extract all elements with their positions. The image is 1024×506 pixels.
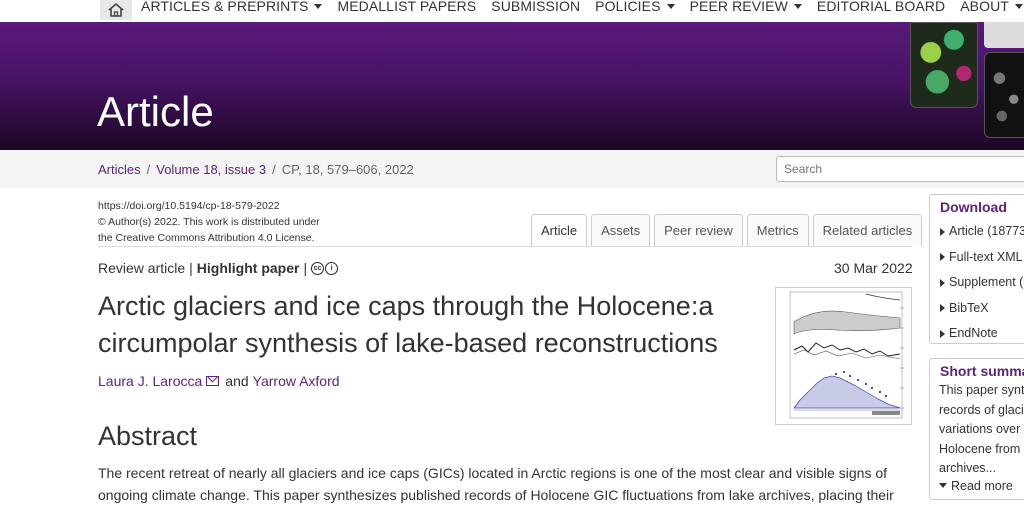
article-type: Review article — [98, 260, 186, 276]
nav-item-submission[interactable]: SUBMISSION — [491, 0, 580, 14]
author-link[interactable]: Yarrow Axford — [253, 373, 340, 389]
nav-item-peer-review[interactable]: PEER REVIEW — [690, 0, 802, 14]
tab-related-articles[interactable]: Related articles — [812, 214, 923, 246]
search-input[interactable] — [776, 156, 1024, 182]
download-item-label: Article (18773 — [949, 224, 1024, 238]
creative-commons-icon: cc i — [311, 261, 339, 275]
banner-image-dark — [984, 52, 1024, 138]
download-item-label: Supplement ( — [949, 275, 1024, 289]
read-more-link[interactable]: Read more — [939, 479, 1024, 493]
arrow-right-icon — [940, 304, 945, 313]
banner-image-pollen — [910, 22, 978, 108]
breadcrumb-separator: / — [146, 162, 151, 177]
download-item-label: Full-text XML — [949, 249, 1023, 264]
arrow-right-icon — [940, 253, 945, 262]
arrow-right-icon — [940, 227, 945, 236]
download-supplement-link[interactable]: Supplement ( — [940, 270, 1024, 296]
figure-plot — [789, 291, 904, 419]
abstract-text: The recent retreat of nearly all glacier… — [98, 465, 894, 503]
nav-item-policies[interactable]: POLICIES — [595, 0, 675, 14]
nav-item-label: SUBMISSION — [491, 0, 581, 14]
read-more-label: Read more — [951, 478, 1013, 493]
arrow-right-icon — [940, 278, 945, 287]
download-endnote-link[interactable]: EndNote — [940, 321, 1024, 343]
short-summary-panel: Short summa This paper synt records of g… — [929, 358, 1024, 500]
author-link[interactable]: Laura J. Larocca — [98, 373, 202, 389]
header-banner: Article — [0, 22, 1024, 150]
chevron-down-icon — [666, 3, 675, 9]
nav-item-articles-preprints[interactable]: ARTICLES & PREPRINTS — [141, 0, 323, 14]
home-icon — [108, 2, 124, 17]
download-bibtex-link[interactable]: BibTeX — [940, 296, 1024, 322]
nav-item-label: PEER REVIEW — [689, 0, 788, 14]
nav-item-about[interactable]: ABOUT — [960, 0, 1023, 14]
by-icon: i — [325, 261, 339, 275]
short-summary-text: This paper synt records of glaci variati… — [939, 383, 1024, 475]
breadcrumb-volume[interactable]: Volume 18, issue 3 — [156, 162, 266, 177]
chevron-down-icon — [314, 3, 323, 9]
nav-item-editorial-board[interactable]: EDITORIAL BOARD — [817, 0, 945, 14]
highlight-paper-label[interactable]: Highlight paper — [197, 260, 300, 276]
breadcrumb-separator: / — [272, 162, 276, 177]
nav-item-label: EDITORIAL BOARD — [816, 0, 946, 14]
breadcrumb: Articles / Volume 18, issue 3 / CP, 18, … — [98, 162, 414, 177]
home-button[interactable] — [100, 0, 132, 20]
download-item-label: EndNote — [949, 326, 998, 340]
copyright-text: © Author(s) 2022. This work is distribut… — [98, 216, 320, 228]
tab-divider — [98, 246, 912, 247]
separator: | — [189, 260, 193, 276]
nav-item-label: MEDALLIST PAPERS — [337, 0, 477, 14]
breadcrumb-articles[interactable]: Articles — [98, 162, 141, 177]
download-xml-link[interactable]: Full-text XML — [940, 245, 1024, 271]
publication-date: 30 Mar 2022 — [834, 260, 913, 276]
article-meta: https://doi.org/10.5194/cp-18-579-2022 ©… — [98, 198, 358, 246]
chevron-down-icon — [1014, 3, 1023, 9]
nav-item-medallist-papers[interactable]: MEDALLIST PAPERS — [337, 0, 476, 14]
tab-article[interactable]: Article — [531, 214, 588, 246]
chevron-down-icon — [793, 3, 802, 9]
breadcrumb-citation: CP, 18, 579–606, 2022 — [281, 162, 414, 177]
cc-icon: cc — [311, 261, 325, 275]
author-list: Laura J. Larocca and Yarrow Axford — [98, 373, 340, 389]
doi-link[interactable]: https://doi.org/10.5194/cp-18-579-2022 — [98, 198, 358, 214]
article-tabs: Article Assets Peer review Metrics Relat… — [531, 214, 923, 246]
tab-metrics[interactable]: Metrics — [746, 214, 809, 246]
separator: | — [303, 260, 308, 276]
download-heading: Download — [940, 199, 1007, 215]
author-conjunction: and — [225, 373, 249, 389]
nav-item-label: ABOUT — [960, 0, 1009, 14]
banner-image-top — [984, 22, 1024, 48]
article-type-line: Review article | Highlight paper | cc i — [98, 260, 339, 276]
download-panel: Download Article (18773 Full-text XML Su… — [929, 194, 1024, 344]
arrow-right-icon — [940, 329, 945, 338]
nav-item-label: POLICIES — [595, 0, 661, 14]
page-title: Article — [97, 88, 214, 135]
breadcrumb-bar: Articles / Volume 18, issue 3 / CP, 18, … — [0, 150, 1024, 188]
article-title: Arctic glaciers and ice caps through the… — [98, 291, 718, 358]
nav-item-label: ARTICLES & PREPRINTS — [141, 0, 309, 14]
abstract-heading: Abstract — [98, 421, 198, 451]
graphical-abstract-thumbnail[interactable] — [775, 287, 912, 425]
short-summary-heading: Short summa — [940, 363, 1024, 379]
tab-peer-review[interactable]: Peer review — [654, 214, 743, 246]
tab-assets[interactable]: Assets — [591, 214, 651, 246]
download-item-label: BibTeX — [949, 300, 989, 315]
top-navigation: ARTICLES & PREPRINTS MEDALLIST PAPERS SUBM… — [0, 0, 1024, 22]
mail-icon[interactable] — [206, 376, 220, 386]
chevron-down-icon — [939, 483, 947, 488]
license-text: the Creative Commons Attribution 4.0 Lic… — [98, 232, 315, 244]
download-article-link[interactable]: Article (18773 — [940, 219, 1024, 245]
